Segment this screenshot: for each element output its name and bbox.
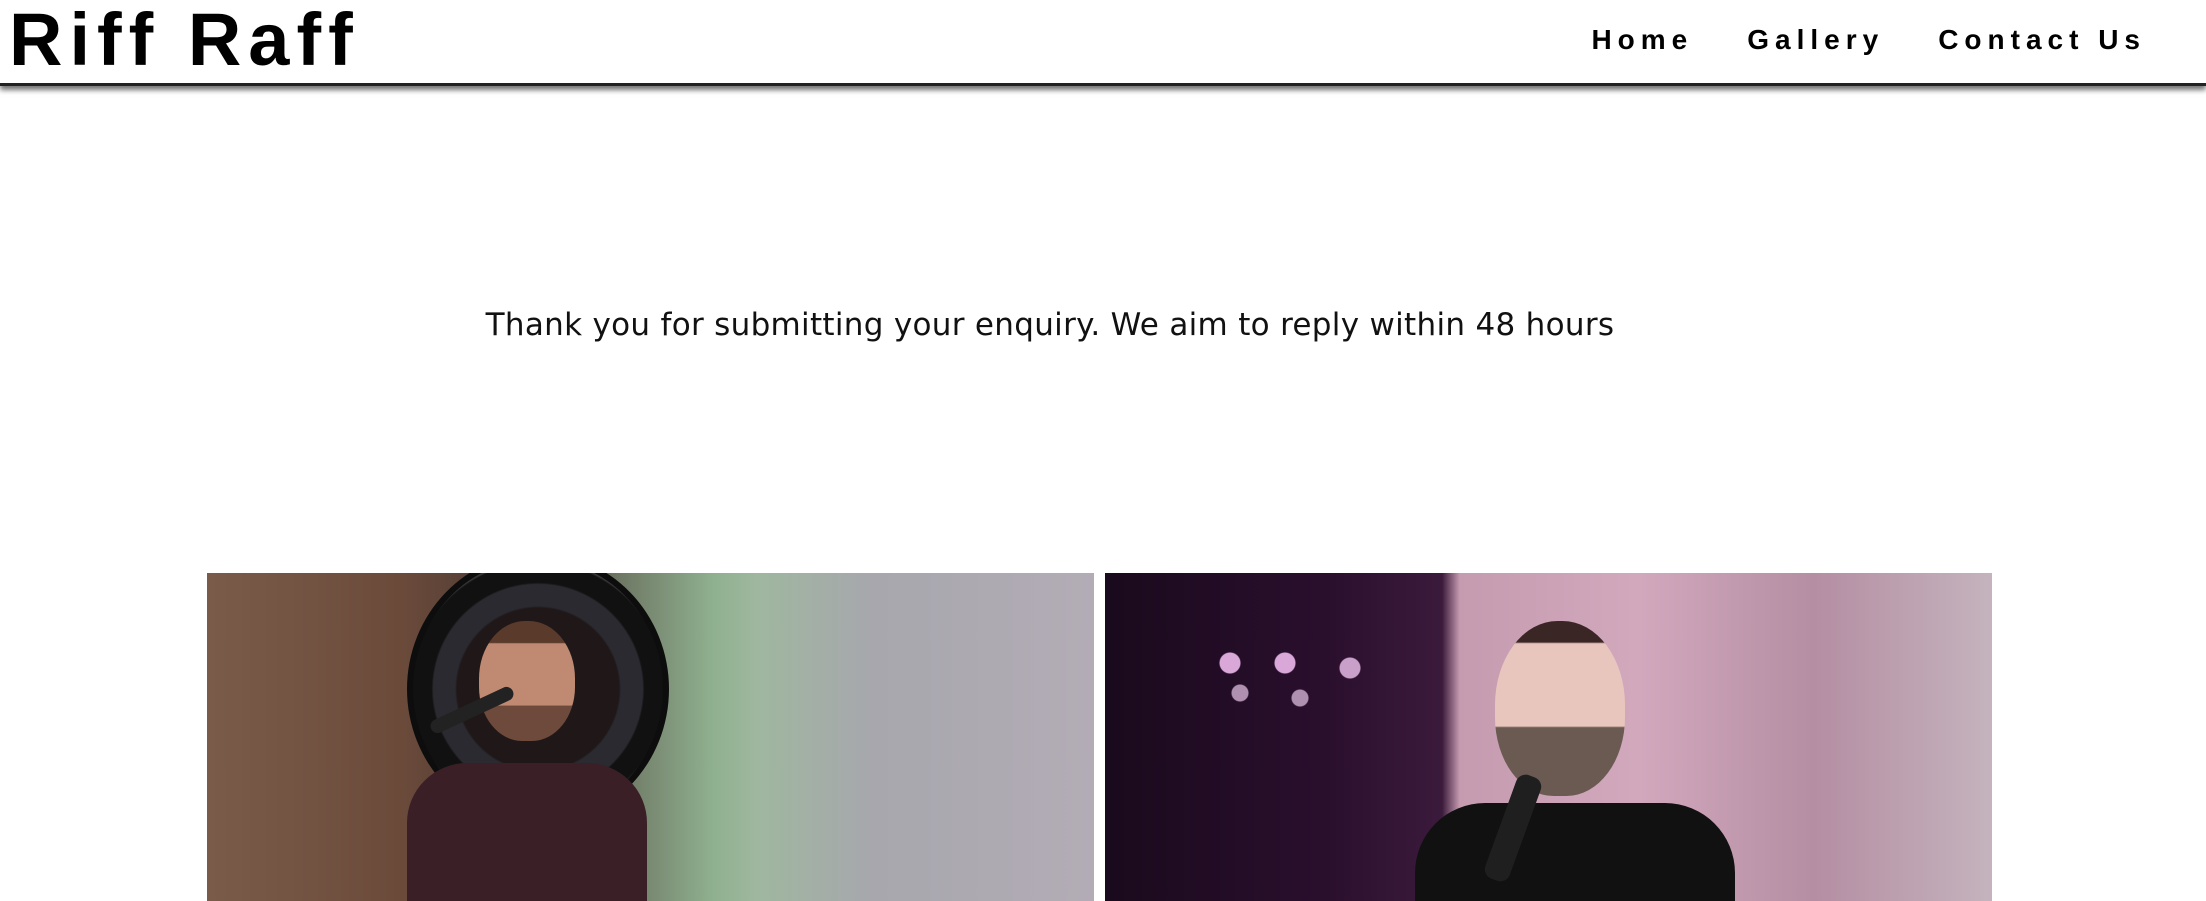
performer-head-image-detail [1495, 621, 1625, 796]
site-header: Riff Raff Home Gallery Contact Us [0, 0, 2206, 86]
main-nav: Home Gallery Contact Us [1591, 22, 2146, 58]
performer-body-image-detail [1415, 803, 1735, 901]
singer-at-microphone-photo [207, 573, 1094, 901]
photo-gallery [207, 573, 1992, 901]
site-logo[interactable]: Riff Raff [9, 0, 360, 80]
stage-lights-image-detail [1200, 643, 1400, 723]
confirmation-message: Thank you for submitting your enquiry. W… [485, 307, 1615, 343]
performer-head-image-detail [479, 621, 575, 741]
nav-home-link[interactable]: Home [1591, 22, 1693, 58]
nav-gallery-link[interactable]: Gallery [1747, 22, 1884, 58]
performer-body-image-detail [407, 763, 647, 901]
nav-contact-link[interactable]: Contact Us [1938, 22, 2146, 58]
vocalist-with-microphone-photo [1105, 573, 1992, 901]
